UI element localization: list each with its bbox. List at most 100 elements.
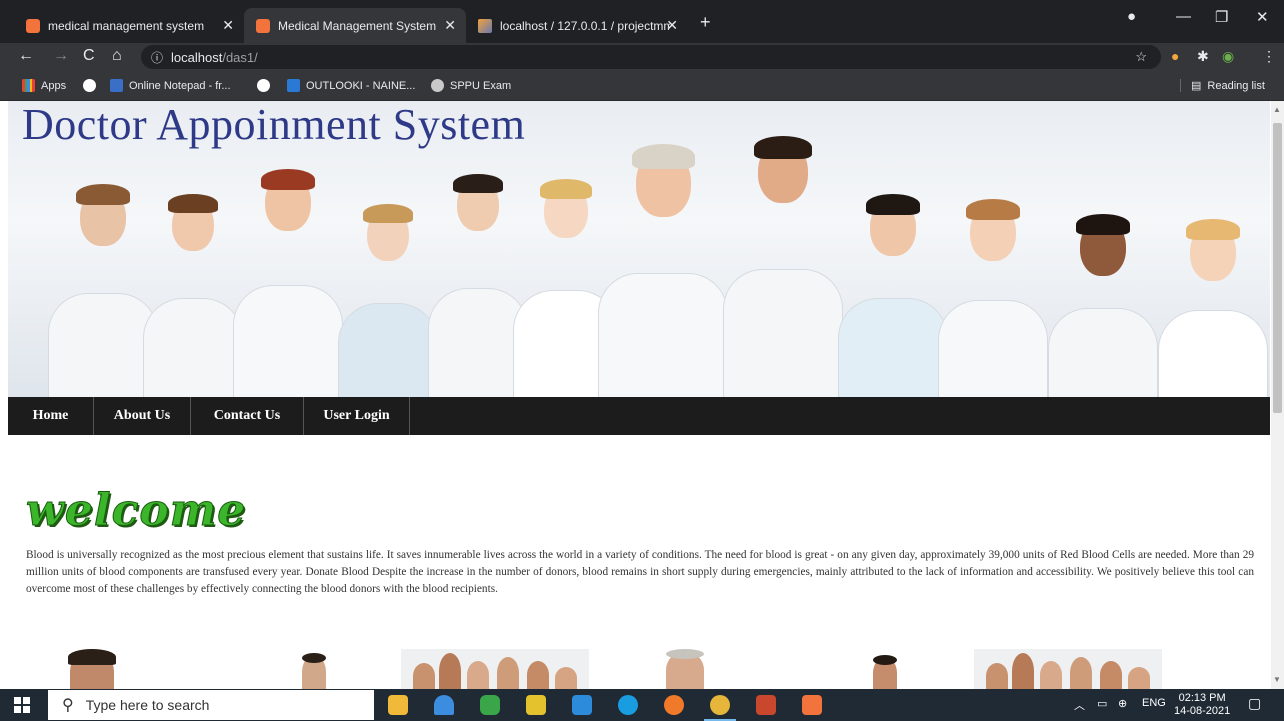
close-icon[interactable]: ✕	[444, 17, 456, 34]
extensions-puzzle-icon[interactable]: ✱	[1197, 48, 1209, 65]
app-icon[interactable]	[526, 695, 546, 715]
doctor-figure	[338, 204, 438, 398]
extension-icon[interactable]: ●	[1171, 48, 1179, 64]
file-explorer-icon[interactable]	[388, 695, 408, 715]
forward-icon[interactable]: →	[53, 47, 69, 65]
bookmark-label: SPPU Exam	[450, 79, 512, 92]
browser-toolbar: ← → C ⌂ ⓘ localhost /das1/ ☆ ● ✱ ◉ ⋮	[0, 43, 1284, 71]
thumbnail-image	[60, 649, 120, 689]
tab-title: Medical Management System	[278, 18, 437, 33]
reading-list-button[interactable]: ▤ Reading list	[1180, 79, 1265, 92]
doctor-figure	[598, 144, 728, 398]
taskbar-clock[interactable]: 02:13 PM 14-08-2021	[1174, 692, 1230, 718]
search-placeholder: Type here to search	[85, 697, 210, 713]
address-bar[interactable]: ⓘ localhost /das1/ ☆	[141, 45, 1161, 69]
firefox-icon[interactable]	[664, 695, 684, 715]
url-path: /das1/	[222, 49, 258, 65]
close-icon[interactable]: ✕	[666, 17, 678, 34]
bookmark-label: Apps	[41, 79, 67, 92]
profile-icon[interactable]: ●	[1127, 8, 1136, 25]
thumbnail-image	[660, 649, 710, 689]
doctor-figure	[938, 199, 1048, 398]
xampp-icon	[256, 18, 270, 33]
chrome-icon[interactable]	[704, 695, 736, 721]
menu-icon[interactable]: ⋮	[1262, 48, 1276, 65]
phpmyadmin-icon	[478, 18, 492, 33]
back-icon[interactable]: ←	[18, 47, 34, 65]
app-icon[interactable]	[480, 695, 500, 715]
minimize-icon[interactable]: —	[1176, 8, 1191, 25]
url-host: localhost	[171, 49, 223, 65]
reading-list-icon: ▤	[1191, 80, 1202, 92]
bookmark-online-notepad[interactable]: Online Notepad - fr...	[110, 79, 231, 92]
intro-paragraph: Blood is universally recognized as the m…	[26, 549, 1254, 595]
browser-tab-2[interactable]: Medical Management System ✕	[244, 8, 466, 43]
browser-tab-3[interactable]: localhost / 127.0.0.1 / projectmm ✕	[466, 8, 688, 43]
nav-user-login[interactable]: User Login	[304, 397, 410, 435]
home-icon[interactable]: ⌂	[112, 47, 122, 65]
bookmark-label: Online Notepad - fr...	[129, 79, 231, 92]
app-icon[interactable]	[434, 695, 454, 715]
scroll-down-icon[interactable]: ▼	[1273, 675, 1281, 684]
site-title: Doctor Appoinment System	[22, 101, 526, 149]
window-close-icon[interactable]: ✕	[1256, 8, 1269, 26]
browser-tab-strip: medical management system ✕ Medical Mana…	[0, 0, 1284, 43]
image-strip	[0, 649, 1271, 689]
thumbnail-image	[974, 649, 1162, 689]
powerpoint-icon[interactable]	[756, 695, 776, 715]
hero-banner: Doctor Appoinment System	[8, 101, 1270, 398]
nav-contact-us[interactable]: Contact Us	[191, 397, 304, 435]
clock-time: 02:13 PM	[1178, 692, 1226, 704]
new-tab-button[interactable]: +	[700, 12, 711, 33]
tab-title: medical management system	[48, 18, 205, 33]
battery-icon[interactable]: ▭	[1097, 697, 1107, 710]
doctor-figure	[1048, 214, 1158, 398]
edge-icon[interactable]	[618, 695, 638, 715]
notepad-icon	[110, 79, 123, 92]
xampp-icon[interactable]	[802, 695, 822, 715]
nav-home[interactable]: Home	[8, 397, 94, 435]
browser-tab-1[interactable]: medical management system ✕	[14, 8, 244, 43]
search-icon: ⚲	[62, 697, 74, 714]
google-icon	[83, 79, 96, 92]
main-nav: Home About Us Contact Us User Login	[8, 397, 1270, 435]
reading-list-label: Reading list	[1207, 79, 1265, 92]
chevron-up-icon[interactable]: ︿	[1074, 697, 1085, 713]
bookmark-label: OUTLOOKI - NAINE...	[306, 79, 416, 92]
bookmark-sppu-exam[interactable]: SPPU Exam	[431, 79, 511, 92]
reload-icon[interactable]: C	[83, 47, 95, 65]
bookmark-apps[interactable]: Apps	[22, 79, 66, 92]
doctor-figure	[723, 136, 843, 398]
restore-icon[interactable]: ❐	[1215, 8, 1228, 26]
xampp-icon	[26, 18, 40, 33]
doctor-figure	[233, 169, 343, 398]
language-indicator[interactable]: ENG	[1142, 697, 1166, 709]
nav-about-us[interactable]: About Us	[94, 397, 191, 435]
close-icon[interactable]: ✕	[222, 17, 234, 34]
windows-start-icon[interactable]	[14, 697, 30, 713]
page-scrollbar[interactable]: ▲ ▼	[1271, 101, 1284, 689]
bookmark-google-2[interactable]	[257, 79, 276, 92]
apps-grid-icon	[22, 79, 35, 92]
notifications-icon[interactable]: ▢	[1248, 695, 1261, 712]
scroll-up-icon[interactable]: ▲	[1273, 105, 1281, 114]
network-icon[interactable]: ⊕	[1118, 697, 1127, 710]
tab-title: localhost / 127.0.0.1 / projectmm	[500, 18, 670, 33]
windows-taskbar: ⚲ Type here to search ︿ ▭ ⊕ ENG 02:13 PM…	[0, 689, 1284, 721]
thumbnail-image	[300, 649, 330, 689]
star-icon[interactable]: ☆	[1135, 49, 1147, 65]
scrollbar-thumb[interactable]	[1273, 123, 1282, 413]
taskbar-search[interactable]: ⚲ Type here to search	[48, 690, 374, 720]
clock-date: 14-08-2021	[1174, 705, 1231, 717]
web-page: Doctor Appoinment System Home About Us C…	[0, 101, 1271, 689]
thumbnail-image	[870, 649, 900, 689]
sppu-icon	[431, 79, 444, 92]
bookmark-outlook[interactable]: OUTLOOKI - NAINE...	[287, 79, 415, 92]
vscode-icon[interactable]	[572, 695, 592, 715]
info-icon[interactable]: ⓘ	[151, 49, 163, 66]
thumbnail-image	[401, 649, 589, 689]
bookmarks-bar: Apps Online Notepad - fr... OUTLOOKI - N…	[0, 71, 1284, 101]
extension-globe-icon[interactable]: ◉	[1222, 48, 1234, 65]
google-icon	[257, 79, 270, 92]
bookmark-google[interactable]	[83, 79, 102, 92]
